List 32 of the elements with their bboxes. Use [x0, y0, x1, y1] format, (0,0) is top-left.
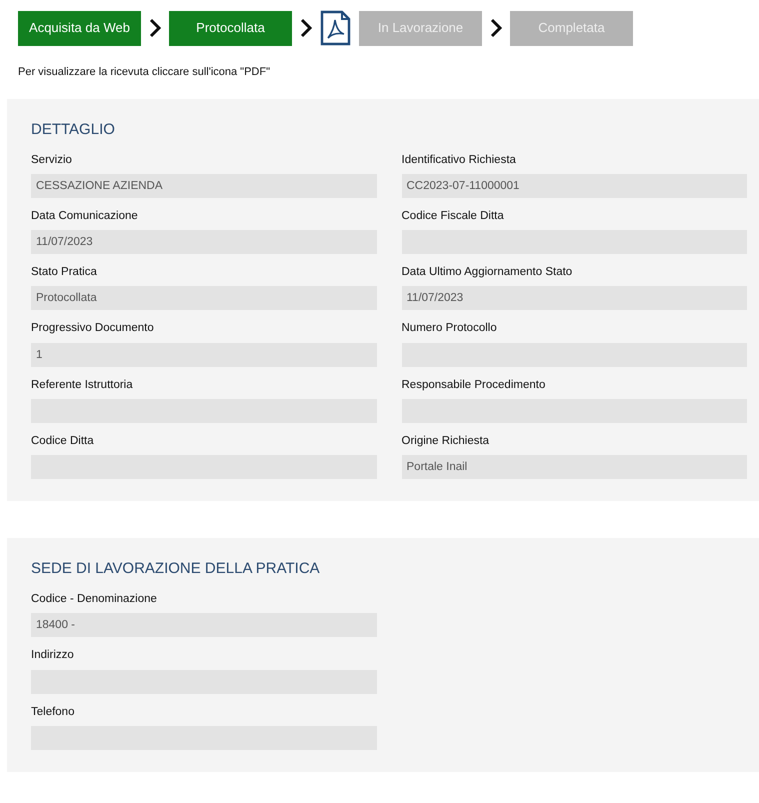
- step-button[interactable]: Protocollata: [169, 10, 292, 46]
- readonly-field: 18400 -: [31, 613, 377, 638]
- pdf-icon[interactable]: [320, 10, 351, 46]
- readonly-field: Protocollata: [31, 286, 376, 310]
- hint-text: Per visualizzare la ricevuta cliccare sull'icona "PDF": [18, 65, 271, 80]
- field-label: Indirizzo: [31, 648, 75, 664]
- readonly-field: CESSAZIONE AZIENDA: [31, 174, 376, 198]
- chevron-icon: [148, 17, 162, 39]
- field-label: Progressivo Documento: [31, 321, 155, 336]
- step-button[interactable]: Acquisita da Web: [18, 10, 141, 46]
- field-label: Telefono: [31, 704, 76, 720]
- field-label: Codice Fiscale Ditta: [402, 208, 505, 224]
- field-label: Data Comunicazione: [31, 208, 139, 224]
- field-label: Stato Pratica: [31, 265, 98, 280]
- field-label: Numero Protocollo: [402, 321, 498, 336]
- field-label: Servizio: [31, 152, 73, 168]
- readonly-field: 11/07/2023: [31, 230, 376, 254]
- field-label: Origine Richiesta: [402, 434, 490, 449]
- readonly-field: Portale Inail: [402, 455, 747, 479]
- field-label: Codice Ditta: [31, 434, 95, 449]
- readonly-field: 1: [31, 342, 376, 366]
- section-title: DETTAGLIO: [31, 120, 116, 138]
- readonly-field: 11/07/2023: [402, 286, 747, 310]
- section-title: SEDE DI LAVORAZIONE DELLA PRATICA: [31, 560, 321, 578]
- chevron-icon: [489, 17, 503, 39]
- readonly-field: CC2023-07-11000001: [402, 174, 747, 198]
- field-label: Identificativo Richiesta: [402, 152, 517, 168]
- chevron-icon: [299, 17, 313, 39]
- field-label: Data Ultimo Aggiornamento Stato: [402, 265, 574, 280]
- field-label: Responsabile Procedimento: [402, 378, 546, 392]
- field-label: Referente Istruttoria: [31, 378, 134, 392]
- field-label: Codice - Denominazione: [31, 592, 158, 607]
